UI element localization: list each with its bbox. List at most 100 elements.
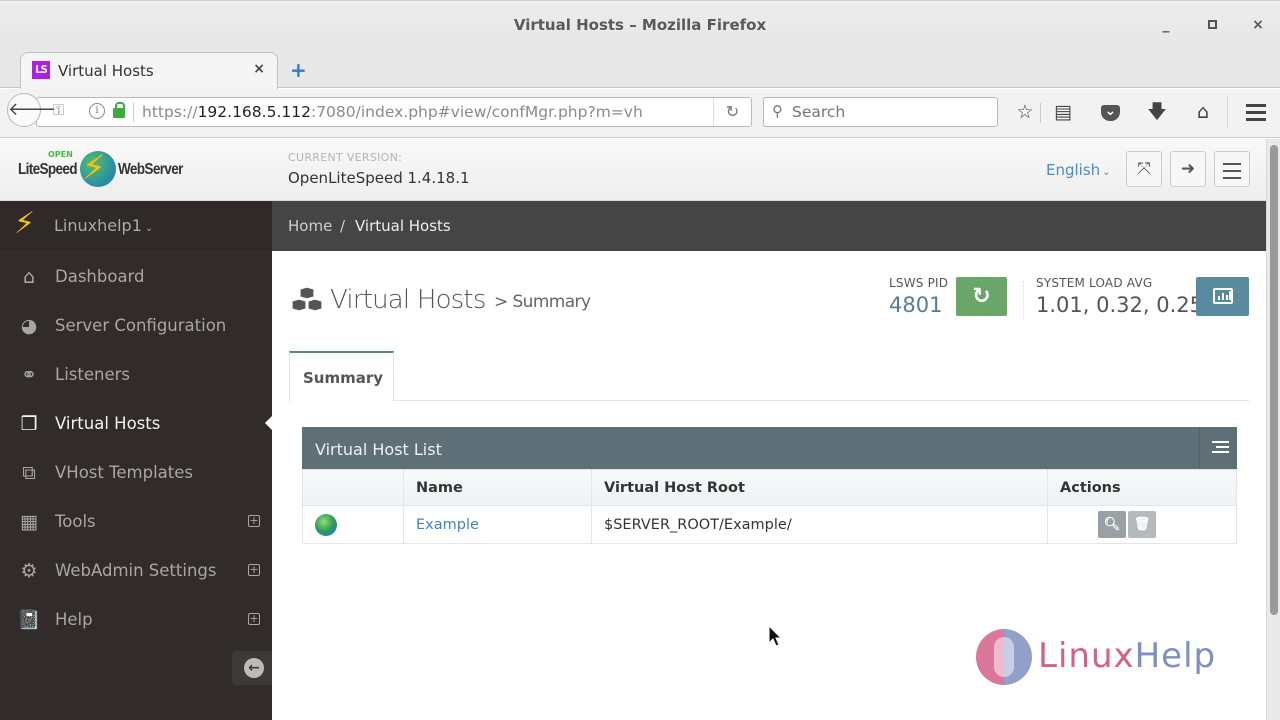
logout-icon: ➜ [1180, 159, 1196, 179]
url-host: 192.168.5.112 [197, 103, 311, 121]
bar-chart-icon [1213, 288, 1233, 304]
sidebar-item-label: WebAdmin Settings [55, 561, 217, 580]
url-separator [133, 103, 134, 122]
tab-summary[interactable]: Summary [289, 351, 394, 402]
delete-icon: 🗑︎ [1133, 517, 1151, 532]
arrow-left-circle-icon: ← [244, 658, 264, 678]
gear-icon: ⚙ [20, 560, 38, 582]
cubes-icon [291, 287, 323, 312]
sidebar-item-vhost-templates[interactable]: ⧉ VHost Templates [0, 448, 272, 497]
sidebar-item-label: Listeners [55, 365, 130, 384]
scrollbar-thumb[interactable] [1270, 145, 1278, 615]
url-bar[interactable]: ⚿ i https://192.168.5.112:7080/index.php… [36, 97, 752, 127]
version-label: CURRENT VERSION: [288, 151, 403, 164]
url-path: :7080/index.php#view/confMgr.php?m=vh [310, 103, 643, 121]
logout-button[interactable]: ➜ [1170, 151, 1206, 187]
reader-list-icon[interactable]: ▤ [1051, 100, 1075, 124]
column-header-status [302, 469, 404, 506]
back-arrow-icon: 🡐 [8, 99, 57, 120]
tab-strip: LS Virtual Hosts × + [0, 50, 1280, 89]
pocket-icon[interactable] [1098, 99, 1122, 124]
bolt-icon: ⚡ [14, 206, 36, 241]
litespeed-logo[interactable]: OPEN LiteSpeed ⚡ WebServer [18, 148, 188, 191]
url-text[interactable]: https://192.168.5.112:7080/index.php#vie… [142, 103, 643, 121]
expand-icon[interactable]: + [248, 613, 260, 625]
back-button[interactable]: 🡐 [7, 93, 56, 127]
vhost-name-link[interactable]: Example [403, 505, 592, 544]
view-icon: 🔍︎ [1103, 517, 1121, 532]
app-menu-button[interactable] [1214, 151, 1250, 187]
tab-bar: Summary [289, 351, 1249, 402]
browser-menu-icon[interactable] [1244, 100, 1268, 124]
load-avg-value: 1.01, 0.32, 0.25 [1036, 293, 1203, 317]
virtual-host-table: Name Virtual Host Root Actions Example $… [302, 469, 1237, 544]
app-header: OPEN LiteSpeed ⚡ WebServer CURRENT VERSI… [0, 139, 1266, 201]
realtime-stats-button[interactable] [1196, 277, 1249, 316]
sidebar-item-webadmin-settings[interactable]: ⚙ WebAdmin Settings + [0, 546, 272, 595]
maximize-button[interactable] [1202, 15, 1222, 35]
page-subtitle: > Summary [494, 292, 591, 312]
restart-button[interactable]: ↻ [956, 277, 1007, 316]
home-icon: ⌂ [22, 266, 36, 288]
language-dropdown[interactable]: English ⌄ [1046, 161, 1111, 179]
close-window-button[interactable]: × [1248, 15, 1268, 35]
fullscreen-button[interactable]: ⤧ [1126, 151, 1162, 187]
page-scrollbar[interactable] [1266, 139, 1280, 720]
sidebar-item-help[interactable]: 📓 Help + [0, 595, 272, 644]
pid-value: 4801 [889, 293, 943, 317]
window-title: Virtual Hosts – Mozilla Firefox [513, 16, 767, 34]
book-icon: 📓 [17, 609, 41, 631]
load-avg-label: SYSTEM LOAD AVG [1036, 276, 1153, 290]
breadcrumb-current: Virtual Hosts [355, 217, 451, 235]
sidebar-item-listeners[interactable]: ⚭ Listeners [0, 350, 272, 399]
column-header-name: Name [403, 469, 592, 506]
reload-icon[interactable]: ↻ [713, 98, 751, 126]
grid-icon: ▦ [20, 511, 38, 533]
link-icon: ⚭ [21, 364, 37, 386]
globe-icon [315, 513, 337, 536]
copy-icon: ⧉ [22, 462, 36, 484]
logo-left-text: LiteSpeed [18, 161, 78, 178]
minimize-button[interactable]: _ [1156, 15, 1176, 35]
logo-bolt-icon: ⚡ [82, 148, 106, 188]
sidebar-item-tools[interactable]: ▦ Tools + [0, 497, 272, 546]
browser-tab[interactable]: LS Virtual Hosts × [20, 52, 278, 89]
tab-title: Virtual Hosts [58, 62, 154, 80]
restart-icon: ↻ [972, 284, 991, 309]
sidebar-item-label: Tools [55, 512, 96, 531]
close-tab-button[interactable]: × [253, 61, 265, 77]
expand-icon[interactable]: + [248, 564, 260, 576]
sidebar-item-dashboard[interactable]: ⌂ Dashboard [0, 252, 272, 301]
watermark-text-linux: Linux [1038, 636, 1135, 676]
pid-label: LSWS PID [889, 276, 949, 290]
sidebar-item-label: Server Configuration [55, 316, 227, 335]
search-input[interactable] [792, 101, 992, 123]
new-tab-button[interactable]: + [290, 58, 307, 82]
delete-button[interactable]: 🗑︎ [1128, 511, 1156, 538]
stat-divider [1023, 281, 1024, 319]
home-icon[interactable]: ⌂ [1191, 100, 1215, 124]
column-header-actions: Actions [1047, 469, 1237, 506]
sidebar-item-server-configuration[interactable]: ◕ Server Configuration [0, 301, 272, 350]
bookmark-star-icon[interactable]: ☆ [1013, 100, 1037, 124]
litespeed-favicon-icon: LS [32, 61, 50, 79]
fullscreen-icon: ⤧ [1137, 159, 1151, 179]
server-name: Linuxhelp1 [54, 216, 142, 235]
breadcrumb-home[interactable]: Home [288, 217, 332, 235]
sidebar: ⚡ Linuxhelp1 ⌄ ⌂ Dashboard ◕ Server Confi… [0, 201, 272, 720]
download-icon[interactable]: 🡇 [1145, 100, 1169, 124]
search-bar[interactable]: ⚲ [763, 97, 998, 127]
breadcrumb-separator: / [340, 217, 346, 235]
sidebar-item-virtual-hosts[interactable]: ❒ Virtual Hosts [0, 399, 272, 448]
info-icon[interactable]: i [89, 103, 105, 119]
collapse-sidebar-button[interactable]: ← [232, 651, 272, 685]
lock-icon[interactable] [113, 102, 125, 118]
expand-icon[interactable]: + [248, 515, 260, 527]
vhost-root-cell: $SERVER_ROOT/Example/ [591, 505, 1048, 544]
table-row: Example $SERVER_ROOT/Example/ 🔍︎ 🗑︎ [302, 505, 1237, 544]
view-button[interactable]: 🔍︎ [1098, 511, 1126, 538]
status-cell [302, 505, 404, 544]
watermark-text-help: Help [1134, 636, 1217, 676]
toggle-panel-button[interactable] [1199, 427, 1237, 469]
server-selector[interactable]: ⚡ Linuxhelp1 ⌄ [0, 201, 272, 250]
